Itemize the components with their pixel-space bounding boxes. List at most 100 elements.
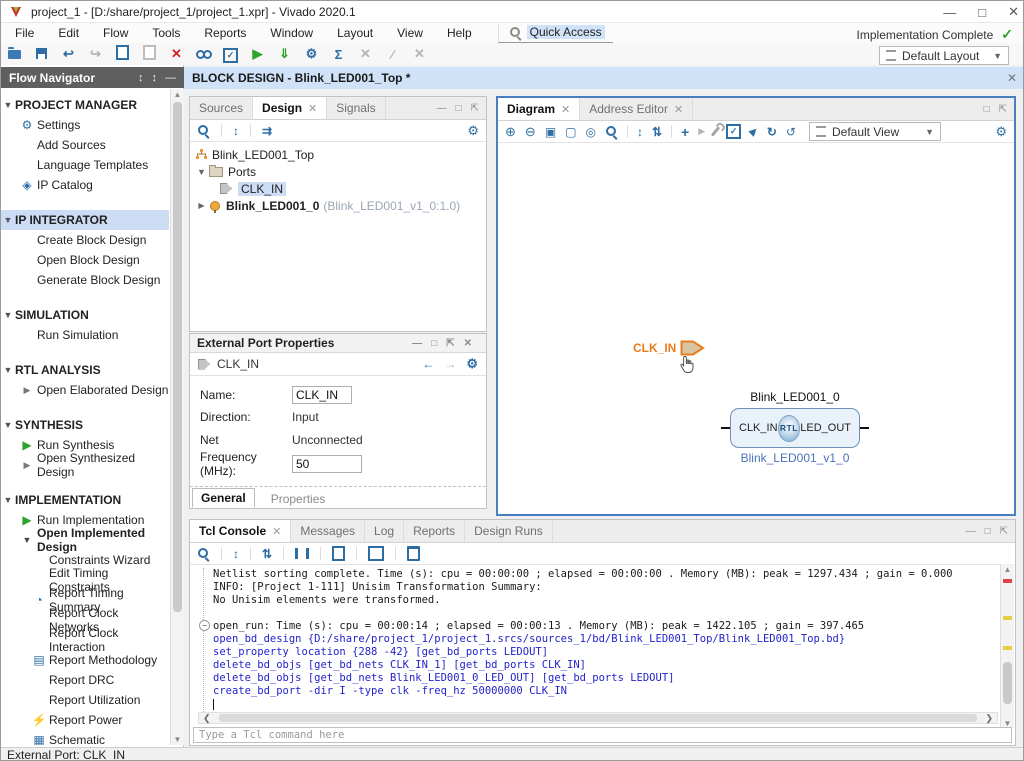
menu-help[interactable]: Help [435,26,484,40]
minimize-window-icon[interactable]: — [943,5,956,20]
collapse-all-icon[interactable]: ↕ [637,125,643,139]
forward-arrow-icon[interactable]: → [444,357,456,371]
tab-signals[interactable]: Signals [327,97,385,119]
sum-report-button[interactable]: Σ [325,47,352,62]
scroll-up-icon[interactable]: ▲ [1001,565,1014,574]
zoom-in-icon[interactable]: ⊕ [505,124,516,140]
goto-selected-icon[interactable]: ⇉ [262,124,272,138]
tree-row-blink-led[interactable]: ▶ Blink_LED001_0 (Blink_LED001_v1_0:1.0) [192,197,484,214]
quick-access-search[interactable]: Quick Access [498,24,613,43]
nav-section-simulation[interactable]: ▼SIMULATION [1,305,169,325]
close-tab-icon[interactable]: ✕ [272,525,281,538]
nav-item-report-methodology[interactable]: ▤Report Methodology [1,650,169,670]
copy-button[interactable] [109,45,136,63]
search-icon[interactable] [197,124,210,137]
validate-design-icon[interactable]: ✓ [726,124,741,139]
console-scrollbar[interactable]: ▲ ▼ [1000,564,1014,729]
paste-button[interactable] [136,45,163,63]
tab-design-runs[interactable]: Design Runs [465,520,553,542]
nav-item-report-utilization[interactable]: Report Utilization [1,690,169,710]
layout-select[interactable]: Default Layout ▼ [879,46,1009,65]
nav-item-settings[interactable]: ⚙Settings [1,115,169,135]
tree-row-clk-in[interactable]: CLK_IN [192,180,484,197]
maximize-panel-icon[interactable]: □ [985,526,991,537]
nav-item-language-templates[interactable]: Language Templates [1,155,169,175]
refresh-icon[interactable]: ↻ [767,125,777,139]
menu-edit[interactable]: Edit [46,26,91,40]
fit-selection-icon[interactable]: ▢ [565,125,576,139]
settings-button[interactable]: ⚙ [298,46,325,62]
back-arrow-icon[interactable]: ← [422,357,434,371]
nav-section-implementation[interactable]: ▼IMPLEMENTATION [1,490,169,510]
collapse-all-icon[interactable]: ↕ [138,72,144,84]
pause-output-icon[interactable] [295,548,309,559]
nav-section-ip-integrator[interactable]: ▼IP INTEGRATOR [1,210,169,230]
find-button[interactable] [190,47,217,62]
scrollbar-thumb[interactable] [173,102,182,612]
tab-general[interactable]: General [192,488,255,508]
nav-item-create-block-design[interactable]: Create Block Design [1,230,169,250]
minimize-panel-icon[interactable]: — [966,526,976,537]
nav-item-report-drc[interactable]: Report DRC [1,670,169,690]
nav-item-generate-block-design[interactable]: Generate Block Design [1,270,169,290]
nav-item-open-implemented-design[interactable]: ▼Open Implemented Design [1,530,169,550]
collapse-all-icon[interactable]: ↕ [233,124,239,138]
menu-window[interactable]: Window [258,26,325,40]
tab-reports[interactable]: Reports [404,520,465,542]
tab-log[interactable]: Log [365,520,404,542]
report-icon[interactable] [368,546,384,561]
nav-item-ip-catalog[interactable]: ◈IP Catalog [1,175,169,195]
nav-item-report-clock-interaction[interactable]: Report Clock Interaction [1,630,169,650]
collapse-block-icon[interactable]: − [199,620,210,631]
tcl-command-input[interactable] [193,727,1012,743]
nav-section-synthesis[interactable]: ▼SYNTHESIS [1,415,169,435]
zoom-fit-icon[interactable]: ▣ [545,125,556,139]
tree-row-design-top[interactable]: Blink_LED001_Top [192,146,484,163]
menu-layout[interactable]: Layout [325,26,385,40]
float-panel-icon[interactable]: ⇱ [446,338,454,349]
menu-reports[interactable]: Reports [192,26,258,40]
nav-item-open-block-design[interactable]: Open Block Design [1,250,169,270]
tab-messages[interactable]: Messages [291,520,365,542]
expand-all-icon[interactable]: ⇅ [652,125,662,139]
frequency-input[interactable] [292,455,362,473]
nav-item-schematic[interactable]: ▦Schematic [1,730,169,745]
tab-sources[interactable]: Sources [190,97,253,119]
regenerate-layout-icon[interactable]: ↺ [786,125,796,139]
scroll-left-icon[interactable]: ❮ [199,713,215,724]
copy-icon[interactable] [332,546,345,561]
minimize-panel-icon[interactable]: — [165,72,176,84]
console-output[interactable]: Netlist sorting complete. Time (s): cpu … [203,568,993,716]
tab-diagram[interactable]: Diagram✕ [498,98,580,120]
add-ip-icon[interactable]: + [681,124,689,140]
tab-address-editor[interactable]: Address Editor✕ [580,98,693,120]
maximize-panel-icon[interactable]: □ [431,338,437,349]
run-button[interactable]: ▶ [244,46,271,62]
expand-all-icon[interactable]: ⇅ [262,547,272,561]
chevron-down-icon[interactable]: ▼ [196,167,207,177]
scrollbar-thumb[interactable] [1003,662,1012,704]
console-hscrollbar[interactable]: ❮ ❯ [198,712,998,724]
validate-button[interactable]: ✓ [217,46,244,63]
minimize-panel-icon[interactable]: — [437,103,447,114]
float-panel-icon[interactable]: ⇱ [1000,526,1008,537]
collapse-all-icon[interactable]: ↕ [233,547,239,561]
nav-section-rtl-analysis[interactable]: ▼RTL ANALYSIS [1,360,169,380]
name-input[interactable] [292,386,352,404]
expand-all-icon[interactable]: ↕ [152,72,158,84]
chevron-right-icon[interactable]: ▶ [196,201,207,210]
tab-design[interactable]: Design✕ [253,97,327,119]
diagram-canvas[interactable]: CLK_IN Blink_LED001_0 CLK_IN RTL LED_OUT… [500,143,1012,512]
maximize-window-icon[interactable]: □ [978,5,986,20]
close-tab-icon[interactable]: ✕ [561,103,570,116]
minimize-panel-icon[interactable]: — [412,338,422,349]
save-button[interactable] [28,47,55,62]
maximize-panel-icon[interactable]: □ [984,104,990,115]
flow-navigator-scrollbar[interactable]: ▲ ▼ [170,89,184,745]
scroll-right-icon[interactable]: ❯ [981,713,997,724]
zoom-out-icon[interactable]: ⊖ [525,124,536,140]
maximize-panel-icon[interactable]: □ [456,103,462,114]
nav-item-run-simulation[interactable]: Run Simulation [1,325,169,345]
gear-icon[interactable]: ⚙ [467,123,479,139]
close-window-icon[interactable]: ✕ [1008,4,1019,20]
